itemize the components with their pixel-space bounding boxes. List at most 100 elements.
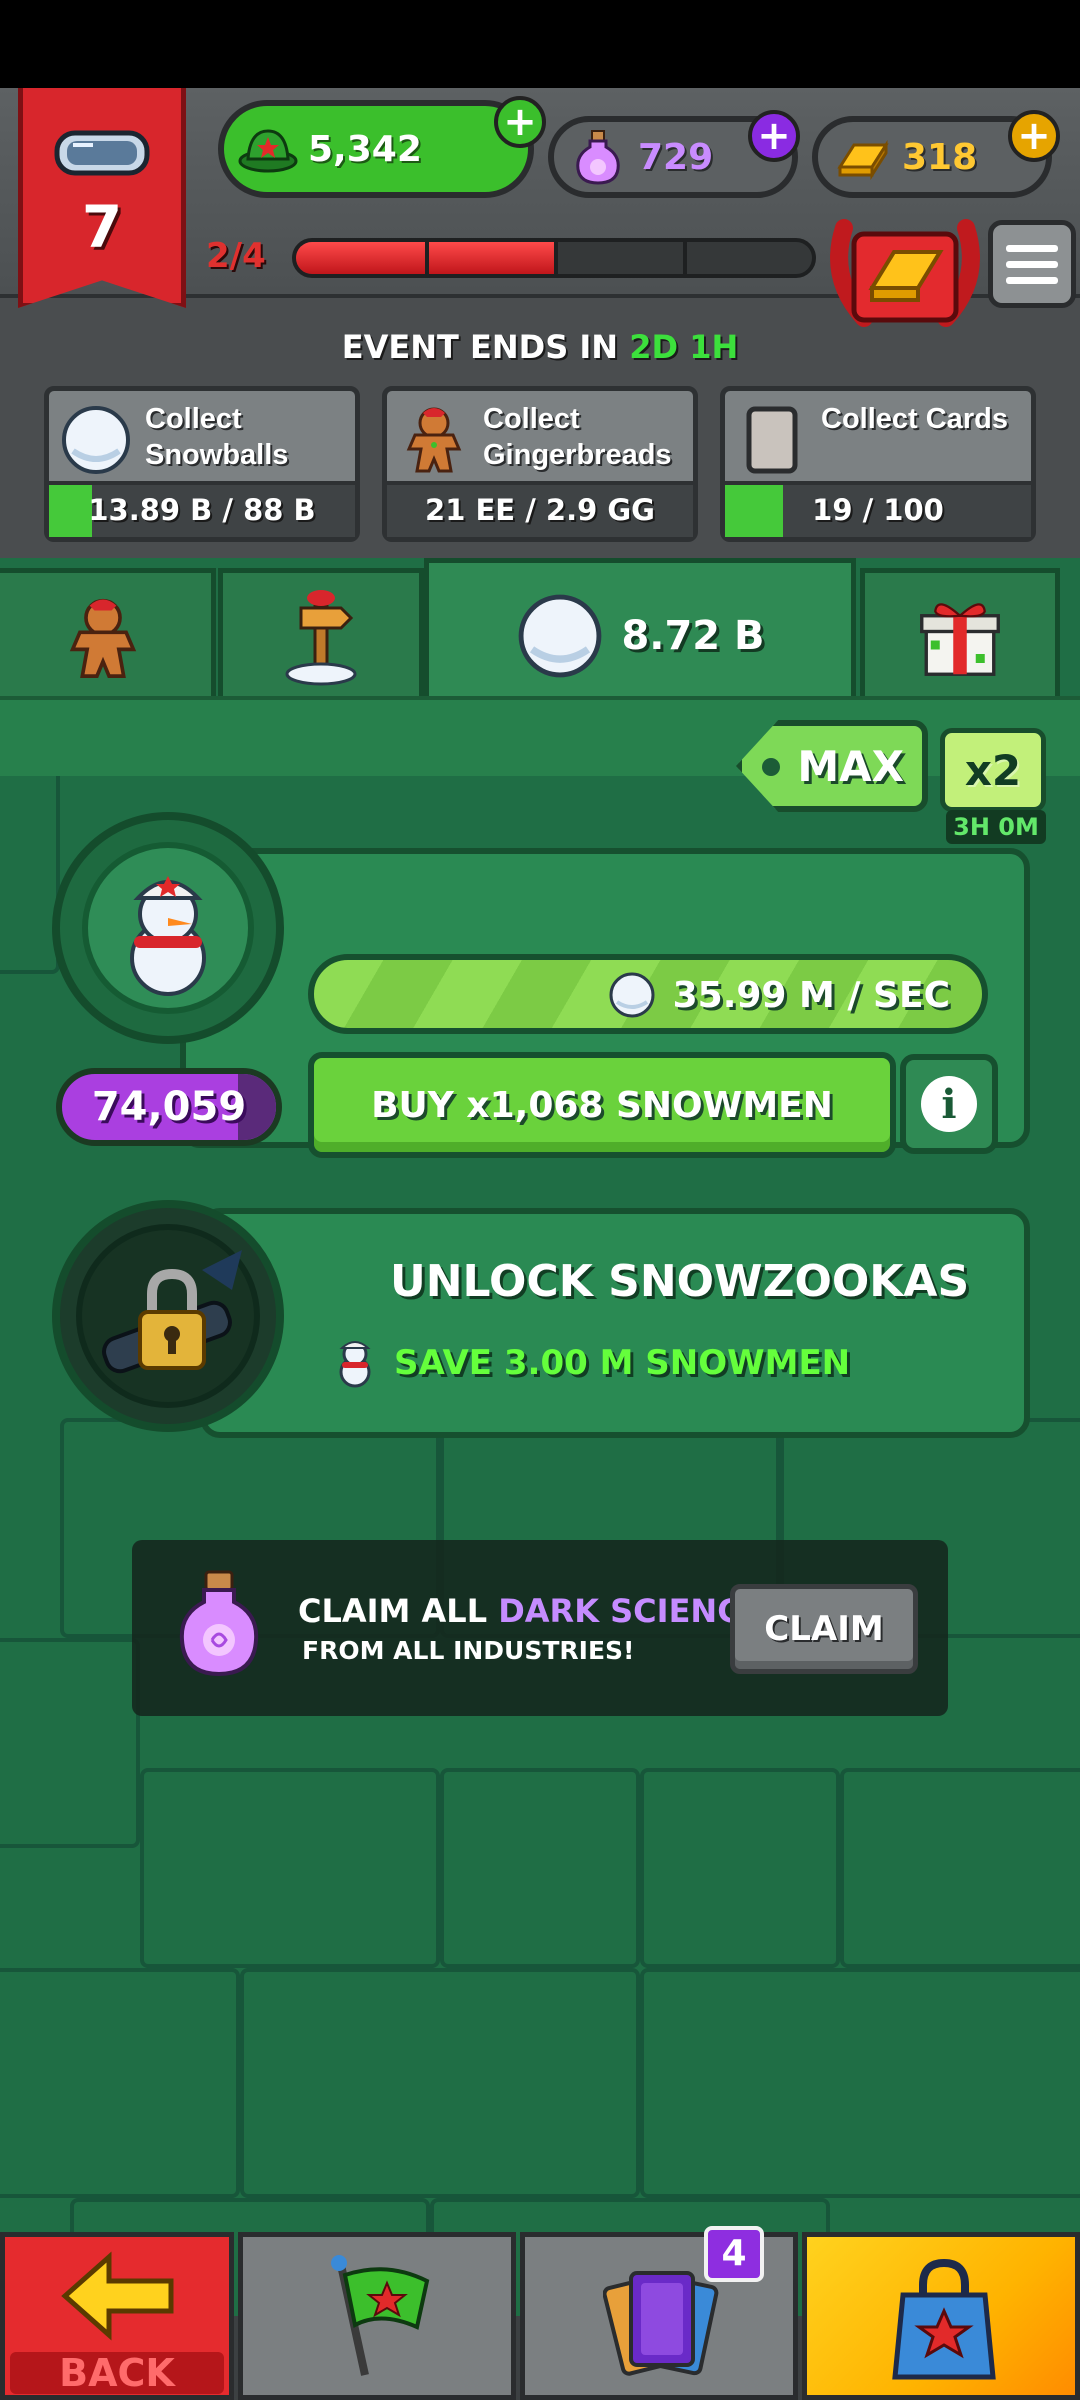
tab-snowballs[interactable]: 8.72 B: [424, 558, 856, 708]
add-hats-button[interactable]: +: [494, 96, 546, 148]
snowman-avatar[interactable]: [52, 812, 284, 1044]
quest-progress-bar: 21 EE / 2.9 GG: [387, 481, 693, 537]
snowman-avatar-inner: [82, 842, 254, 1014]
quest-progress-value: 21 EE / 2.9 GG: [425, 493, 655, 527]
wall-brick: [440, 1768, 640, 1968]
progress-divider: [683, 242, 687, 274]
claim-button-label: CLAIM: [764, 1609, 884, 1649]
quest-title-line: Collect: [145, 403, 242, 435]
gingerbread-icon: [69, 598, 137, 678]
boost-x2-label: x2: [964, 745, 1022, 795]
gold-value: 318: [902, 136, 978, 178]
production-rate-bar: 35.99 M / SEC: [308, 954, 988, 1034]
wall-brick: [640, 1968, 1080, 2198]
snowballs-total: 8.72 B: [621, 612, 765, 659]
wall-brick: [0, 764, 60, 974]
flag-icon: [331, 2255, 430, 2376]
production-rate-value: 35.99 M / SEC: [672, 974, 950, 1016]
buy-snowmen-label: BUY x1,068 SNOWMEN: [371, 1084, 833, 1126]
quest-title: Collect Snowballs: [145, 401, 288, 473]
signpost-icon: [285, 589, 357, 685]
quest-collect-gingerbreads[interactable]: Collect Gingerbreads 21 EE / 2.9 GG: [382, 386, 698, 542]
progress-divider: [425, 242, 429, 274]
menu-line: [1006, 260, 1058, 268]
claim-highlight: DARK SCIENCE: [498, 1592, 763, 1630]
production-rate: 35.99 M / SEC: [607, 970, 950, 1020]
quest-title-line: Collect: [483, 403, 580, 435]
boost-x2-button[interactable]: x2: [940, 728, 1046, 812]
info-icon: i: [921, 1076, 977, 1132]
menu-line: [1006, 276, 1058, 284]
wall-brick: [0, 1638, 140, 1848]
claim-button[interactable]: CLAIM: [730, 1584, 918, 1674]
wall-brick: [140, 1768, 440, 1968]
buy-snowmen-button[interactable]: BUY x1,068 SNOWMEN: [308, 1052, 896, 1158]
snowmen-count-value: 74,059: [91, 1084, 247, 1130]
dark-science-value: 729: [638, 136, 714, 178]
gift-icon: [920, 602, 1000, 676]
unlock-title: UNLOCK SNOWZOOKAS: [390, 1256, 970, 1307]
hats-value: 5,342: [308, 128, 422, 170]
max-buy-label: MAX: [797, 741, 904, 791]
nav-shop-button[interactable]: [802, 2232, 1080, 2400]
rank-banner[interactable]: 7: [18, 88, 186, 308]
quest-progress-bar: 19 / 100: [725, 481, 1031, 537]
cards-badge: 4: [704, 2226, 764, 2282]
game-screen: 5,342 + 729 + 318 + 2/4 EVENT ENDS IN 2D…: [0, 88, 1080, 2400]
snowball-icon: [609, 972, 655, 1018]
quest-progress-value: 13.89 B / 88 B: [88, 493, 316, 527]
event-timer: EVENT ENDS IN 2D 1H: [0, 328, 1080, 366]
snowzooka-avatar[interactable]: [52, 1200, 284, 1432]
event-timer-value: 2D 1H: [629, 328, 739, 366]
wall-brick: [0, 1968, 240, 2198]
hats-currency[interactable]: 5,342: [218, 100, 534, 198]
boost-timer: 3H 0M: [946, 810, 1046, 844]
unlock-card[interactable]: [200, 1208, 1030, 1438]
snowzooka-avatar-inner: [76, 1224, 260, 1408]
event-timer-prefix: EVENT ENDS IN: [341, 328, 619, 366]
snowman-icon: [339, 1341, 371, 1388]
quest-title-line: Collect Cards: [821, 403, 1008, 435]
quest-title-line: Snowballs: [145, 439, 289, 471]
claim-prefix: CLAIM ALL: [298, 1592, 488, 1630]
wall-brick: [240, 1968, 640, 2198]
card-icon: [746, 406, 798, 474]
shopping-bag-icon: [892, 2258, 996, 2380]
potion-icon: [576, 130, 620, 185]
stage-progress-track: [292, 238, 816, 278]
gold-laurel-icon[interactable]: [824, 208, 986, 338]
quest-title: Collect Gingerbreads: [483, 401, 672, 473]
gingerbread-icon: [406, 407, 462, 473]
snowball-icon: [519, 594, 602, 677]
goggles-icon: [54, 130, 150, 176]
quest-collect-snowballs[interactable]: Collect Snowballs 13.89 B / 88 B: [44, 386, 360, 542]
menu-button[interactable]: [988, 220, 1076, 308]
quest-collect-cards[interactable]: Collect Cards 19 / 100: [720, 386, 1036, 542]
stage-progress-label: 2/4: [206, 236, 266, 276]
progress-divider: [554, 242, 558, 274]
snowball-icon: [62, 406, 130, 474]
quest-title-line: Gingerbreads: [483, 439, 672, 471]
max-button-dot: [762, 758, 780, 776]
potion-icon: [179, 1570, 259, 1677]
gold-bar-icon: [837, 139, 889, 181]
green-hat-icon: [238, 129, 298, 173]
tab-gift[interactable]: [860, 568, 1060, 698]
claim-text-line2: FROM ALL INDUSTRIES!: [302, 1636, 635, 1665]
menu-line: [1006, 244, 1058, 252]
unlock-requirement: SAVE 3.00 M SNOWMEN: [326, 1334, 850, 1392]
tab-gingerbread[interactable]: [0, 568, 216, 698]
add-gold-button[interactable]: +: [1008, 110, 1060, 162]
info-button[interactable]: i: [900, 1054, 998, 1154]
quest-progress-bar: 13.89 B / 88 B: [49, 481, 355, 537]
wall-brick: [640, 1768, 840, 1968]
arrow-left-icon: [61, 2251, 174, 2341]
tab-signpost[interactable]: [218, 568, 424, 698]
unlock-requirement-text: SAVE 3.00 M SNOWMEN: [394, 1343, 851, 1383]
add-dark-science-button[interactable]: +: [748, 110, 800, 162]
snowman-icon: [130, 876, 206, 996]
snowmen-count: 74,059: [56, 1068, 282, 1146]
nav-flag-button[interactable]: [238, 2232, 516, 2400]
quest-progress-value: 19 / 100: [812, 493, 944, 527]
industry-tabs: 8.72 B: [0, 558, 1080, 708]
